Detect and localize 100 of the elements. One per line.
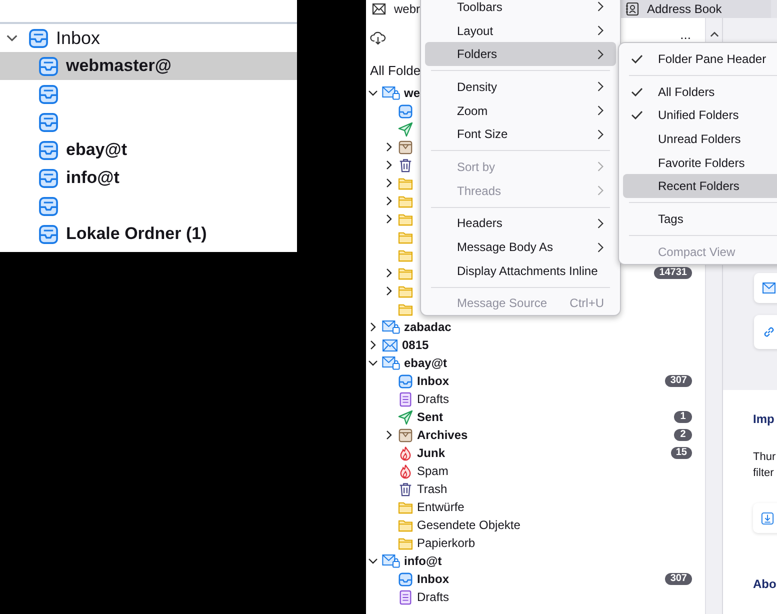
folder-label[interactable]: info@t [404, 554, 442, 568]
inbox-icon [398, 572, 413, 586]
folder-icon [398, 500, 413, 514]
trash-icon [398, 482, 413, 496]
section-heading: Imp [753, 412, 776, 426]
document-icon [398, 590, 413, 604]
folder-icon [398, 248, 413, 262]
unread-count: 1 [674, 411, 692, 423]
folder-icon [398, 230, 413, 244]
folder-label[interactable]: Inbox [417, 572, 449, 586]
tab[interactable]: webr [366, 0, 420, 18]
account-label: Lokale Ordner (1) [66, 224, 207, 244]
scroll-up-icon[interactable] [710, 30, 718, 39]
body-text: Thur [753, 450, 777, 465]
menu-item[interactable]: Favorite Folders [623, 150, 777, 174]
envelope-icon [762, 282, 776, 294]
mail-account-icon [382, 356, 400, 370]
mail-account-icon [382, 320, 400, 334]
import-card[interactable] [753, 503, 777, 533]
twisty-icon[interactable] [368, 322, 378, 332]
menu-item[interactable]: Density [425, 75, 616, 99]
inbox-icon [38, 196, 59, 216]
address-book-icon [625, 2, 639, 16]
menu-item[interactable]: Headers [425, 212, 616, 236]
folder-label[interactable]: Inbox [56, 28, 100, 48]
inbox-icon [398, 104, 413, 118]
folder-icon [398, 518, 413, 532]
folder-label[interactable]: Papierkorb [417, 536, 476, 550]
folder-row[interactable]: webmaster@ [0, 52, 297, 80]
folder-label[interactable]: Gesendete Objekte [417, 518, 520, 532]
folder-label[interactable]: zabadac [404, 320, 452, 334]
folder-label[interactable]: Drafts [417, 392, 450, 406]
twisty-icon[interactable] [384, 160, 394, 170]
unread-count: 2 [674, 429, 692, 441]
folder-label[interactable]: Trash [417, 482, 448, 496]
menu-item[interactable]: Unified Folders [623, 103, 777, 128]
folder-label[interactable]: Junk [417, 446, 446, 460]
folder-label[interactable]: Entwürfe [417, 500, 464, 514]
trash-icon [398, 158, 413, 172]
folder-label[interactable]: Inbox [417, 374, 449, 388]
menu-item[interactable]: Recent Folders [623, 174, 777, 198]
folder-label[interactable]: 0815 [402, 338, 429, 352]
folder-label[interactable]: Drafts [417, 590, 450, 604]
menu-item[interactable]: All Folders [623, 80, 777, 104]
folder-label[interactable]: Sent [417, 410, 444, 424]
mail-account-icon [382, 86, 400, 100]
inbox-icon [38, 224, 59, 244]
account-label: webmaster@ [66, 56, 172, 76]
document-icon [398, 392, 413, 406]
menu-item[interactable]: Folders [425, 42, 616, 66]
unread-count: 307 [665, 375, 692, 387]
folder-label[interactable]: we [404, 86, 420, 100]
folder-row[interactable]: Lokale Ordner (1) [0, 220, 297, 248]
menu-item[interactable]: Layout [425, 18, 616, 42]
menu-item[interactable]: Folder Pane Header [623, 47, 777, 71]
menu-item[interactable]: Unread Folders [623, 127, 777, 151]
inbox-icon [38, 84, 59, 104]
tab[interactable]: Address Book [621, 0, 771, 18]
unread-count: 14731 [654, 267, 692, 279]
link-icon [762, 325, 776, 339]
envelope-icon [372, 3, 386, 15]
twisty-icon[interactable] [368, 88, 378, 98]
folder-label[interactable]: ebay@t [404, 356, 448, 370]
cloud-download-icon[interactable] [370, 30, 386, 46]
inbox-icon [38, 56, 59, 76]
folder-icon [398, 194, 413, 208]
body-text: filter [753, 466, 775, 481]
mail-card[interactable] [754, 273, 777, 303]
inbox-icon [398, 374, 413, 388]
folder-icon [398, 284, 413, 298]
download-icon [761, 512, 774, 524]
menu-item[interactable]: Display Attachments Inline [425, 258, 616, 283]
twisty-icon[interactable] [384, 178, 394, 188]
twisty-icon[interactable] [384, 142, 394, 152]
twisty-icon[interactable] [384, 286, 394, 296]
pane-menu-button[interactable]: ... [680, 30, 691, 40]
folder-row[interactable]: info@t [0, 164, 297, 192]
inbox-icon [38, 140, 59, 160]
menu-item[interactable]: Zoom [425, 98, 616, 122]
unread-count: 307 [665, 573, 692, 585]
account-label: ebay@t [66, 140, 127, 160]
folder-label[interactable]: Archives [417, 428, 468, 442]
inbox-icon [38, 112, 59, 132]
folder-icon [398, 266, 413, 280]
menu-item[interactable]: Toolbars [425, 0, 616, 19]
link-card[interactable] [754, 315, 777, 349]
folder-label[interactable]: Spam [417, 464, 448, 478]
twisty-icon[interactable] [368, 358, 378, 368]
menu-item[interactable]: Font Size [425, 122, 616, 146]
twisty-icon[interactable] [384, 214, 394, 224]
folder-row[interactable]: ebay@t [0, 136, 297, 164]
twisty-icon[interactable] [384, 196, 394, 206]
twisty-icon[interactable] [368, 556, 378, 566]
menu-item[interactable]: Tags [623, 207, 777, 231]
paper-plane-icon [398, 122, 413, 136]
menu-item[interactable]: Message Body As [425, 235, 616, 259]
twisty-icon[interactable] [368, 340, 378, 350]
twisty-icon[interactable] [384, 268, 394, 278]
folder-icon [398, 176, 413, 190]
twisty-icon[interactable] [384, 430, 394, 440]
